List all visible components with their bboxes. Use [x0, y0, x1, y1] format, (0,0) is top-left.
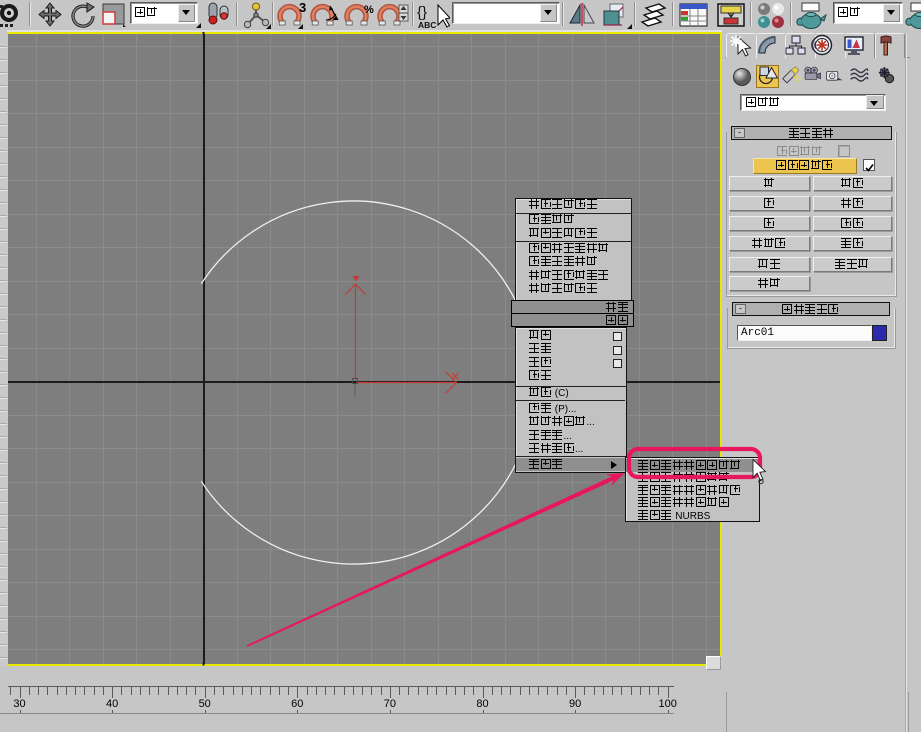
svg-text:{}: {}	[417, 4, 427, 21]
svg-text:ABC: ABC	[418, 20, 436, 30]
svg-text:3: 3	[299, 2, 306, 15]
svg-text:%: %	[364, 4, 374, 16]
